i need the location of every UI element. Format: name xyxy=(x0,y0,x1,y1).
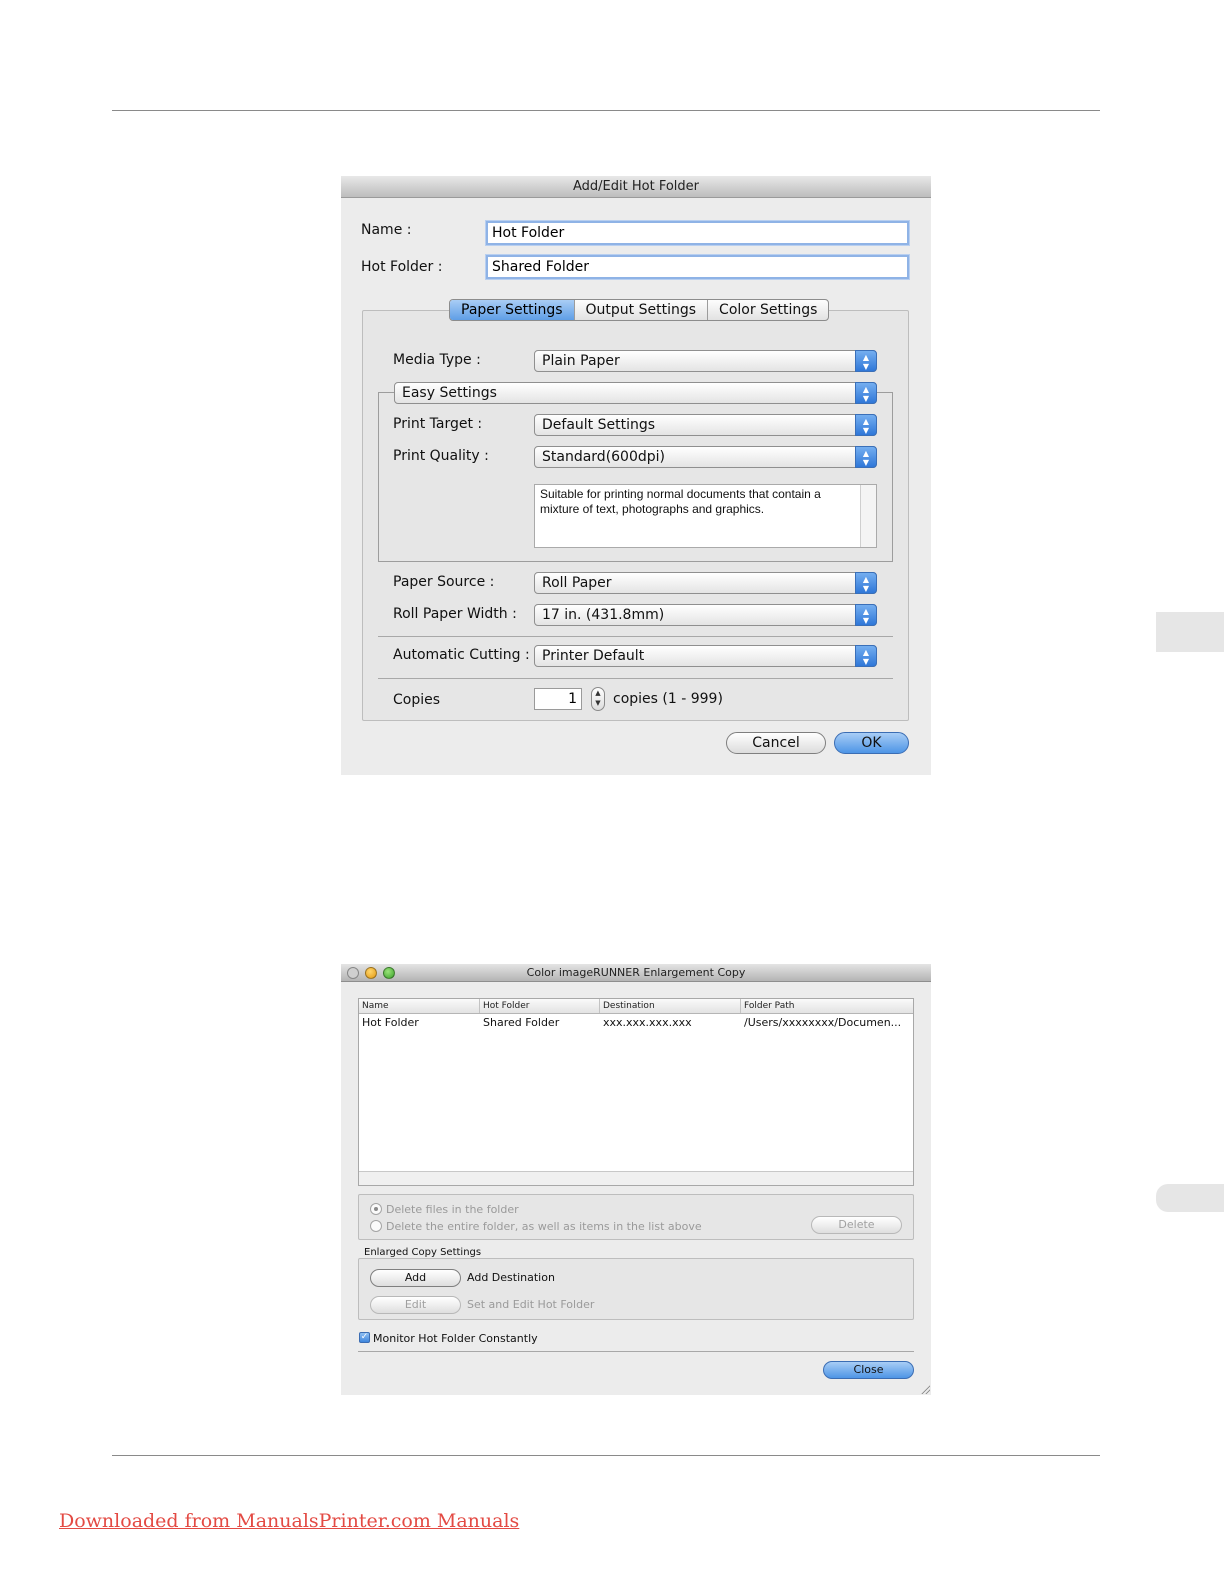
print-target-value: Default Settings xyxy=(542,417,656,433)
settings-tabs: Paper Settings Output Settings Color Set… xyxy=(449,299,830,321)
divider xyxy=(378,678,893,679)
media-type-value: Plain Paper xyxy=(542,353,620,369)
select-arrows-icon: ▲ ▼ xyxy=(855,414,877,436)
copies-input[interactable]: 1 xyxy=(534,688,582,710)
copies-stepper[interactable]: ▲ ▼ xyxy=(591,687,605,711)
edit-button[interactable]: Edit xyxy=(370,1296,461,1314)
column-header-folder-path[interactable]: Folder Path xyxy=(741,999,914,1013)
cell-destination: xxx.xxx.xxx.xxx xyxy=(603,1016,692,1029)
tab-output-settings[interactable]: Output Settings xyxy=(575,300,709,320)
delete-folder-radio[interactable] xyxy=(370,1220,382,1232)
dialog-title: Add/Edit Hot Folder xyxy=(341,176,931,198)
chapter-tab xyxy=(1156,612,1224,652)
resize-grip-icon[interactable] xyxy=(920,1384,930,1394)
column-header-destination[interactable]: Destination xyxy=(600,999,741,1013)
select-arrows-icon: ▲ ▼ xyxy=(855,645,877,667)
cell-folder-path: /Users/xxxxxxxx/Documen... xyxy=(744,1016,902,1029)
roll-width-select[interactable]: 17 in. (431.8mm) ▲ ▼ xyxy=(534,604,877,626)
print-quality-label: Print Quality : xyxy=(393,448,489,464)
minimize-window-icon[interactable] xyxy=(365,967,377,979)
auto-cut-value: Printer Default xyxy=(542,648,645,664)
media-type-label: Media Type : xyxy=(393,352,481,368)
mode-select[interactable]: Easy Settings ▲ ▼ xyxy=(394,382,877,404)
table-header: Name Hot Folder Destination Folder Path xyxy=(359,999,913,1014)
close-button[interactable]: Close xyxy=(823,1361,914,1379)
print-quality-value: Standard(600dpi) xyxy=(542,449,665,465)
name-input[interactable]: Hot Folder xyxy=(486,221,909,245)
media-type-select[interactable]: Plain Paper ▲ ▼ xyxy=(534,350,877,372)
table-scrollbar[interactable] xyxy=(359,1171,913,1185)
paper-source-label: Paper Source : xyxy=(393,574,495,590)
select-arrows-icon: ▲ ▼ xyxy=(855,604,877,626)
print-target-label: Print Target : xyxy=(393,416,483,432)
delete-files-label: Delete files in the folder xyxy=(386,1203,519,1216)
quality-description: Suitable for printing normal documents t… xyxy=(540,487,821,516)
add-edit-hot-folder-dialog: Add/Edit Hot Folder Name : Hot Folder Ho… xyxy=(341,176,931,775)
select-arrows-icon: ▲ ▼ xyxy=(855,382,877,404)
add-button[interactable]: Add xyxy=(370,1269,461,1287)
paper-source-value: Roll Paper xyxy=(542,575,612,591)
mode-value: Easy Settings xyxy=(402,385,497,401)
hot-folder-list-dialog: Color imageRUNNER Enlargement Copy Name … xyxy=(341,964,931,1395)
cell-hot-folder: Shared Folder xyxy=(483,1016,560,1029)
auto-cut-label: Automatic Cutting : xyxy=(393,647,530,663)
chapter-tab-lower xyxy=(1156,1184,1224,1212)
column-header-name[interactable]: Name xyxy=(359,999,480,1013)
name-label: Name : xyxy=(361,222,412,238)
ok-button[interactable]: OK xyxy=(834,732,909,754)
add-destination-label: Add Destination xyxy=(467,1271,555,1284)
delete-files-radio[interactable] xyxy=(370,1203,382,1215)
delete-folder-label: Delete the entire folder, as well as ite… xyxy=(386,1220,702,1233)
top-rule xyxy=(112,110,1100,111)
divider xyxy=(378,636,893,637)
bottom-rule xyxy=(112,1455,1100,1456)
tab-color-settings[interactable]: Color Settings xyxy=(708,300,828,320)
hot-folder-label: Hot Folder : xyxy=(361,259,443,275)
divider xyxy=(358,1351,914,1352)
select-arrows-icon: ▲ ▼ xyxy=(855,350,877,372)
column-header-hot-folder[interactable]: Hot Folder xyxy=(480,999,600,1013)
copies-label: Copies xyxy=(393,692,441,708)
roll-width-value: 17 in. (431.8mm) xyxy=(542,607,665,623)
copies-range: copies (1 - 999) xyxy=(613,691,723,707)
print-target-select[interactable]: Default Settings ▲ ▼ xyxy=(534,414,877,436)
select-arrows-icon: ▲ ▼ xyxy=(855,446,877,468)
hot-folder-input[interactable]: Shared Folder xyxy=(486,255,909,279)
monitor-checkbox[interactable]: ✓ xyxy=(359,1332,370,1343)
paper-source-select[interactable]: Roll Paper ▲ ▼ xyxy=(534,572,877,594)
edit-hot-folder-label: Set and Edit Hot Folder xyxy=(467,1298,595,1311)
zoom-window-icon[interactable] xyxy=(383,967,395,979)
close-window-icon[interactable] xyxy=(347,967,359,979)
roll-width-label: Roll Paper Width : xyxy=(393,606,517,622)
tab-paper-settings[interactable]: Paper Settings xyxy=(450,300,575,320)
source-link[interactable]: Downloaded from ManualsPrinter.com Manua… xyxy=(59,1510,519,1532)
print-quality-select[interactable]: Standard(600dpi) ▲ ▼ xyxy=(534,446,877,468)
select-arrows-icon: ▲ ▼ xyxy=(855,572,877,594)
cancel-button[interactable]: Cancel xyxy=(726,732,826,754)
enlarged-copy-settings-label: Enlarged Copy Settings xyxy=(364,1247,482,1258)
window-title: Color imageRUNNER Enlargement Copy xyxy=(341,964,931,982)
quality-description-box[interactable]: Suitable for printing normal documents t… xyxy=(534,484,877,548)
hot-folder-table: Name Hot Folder Destination Folder Path … xyxy=(358,998,914,1186)
description-scrollbar[interactable] xyxy=(860,485,876,547)
delete-button[interactable]: Delete xyxy=(811,1216,902,1234)
monitor-label: Monitor Hot Folder Constantly xyxy=(373,1332,538,1345)
auto-cut-select[interactable]: Printer Default ▲ ▼ xyxy=(534,645,877,667)
cell-name: Hot Folder xyxy=(362,1016,419,1029)
